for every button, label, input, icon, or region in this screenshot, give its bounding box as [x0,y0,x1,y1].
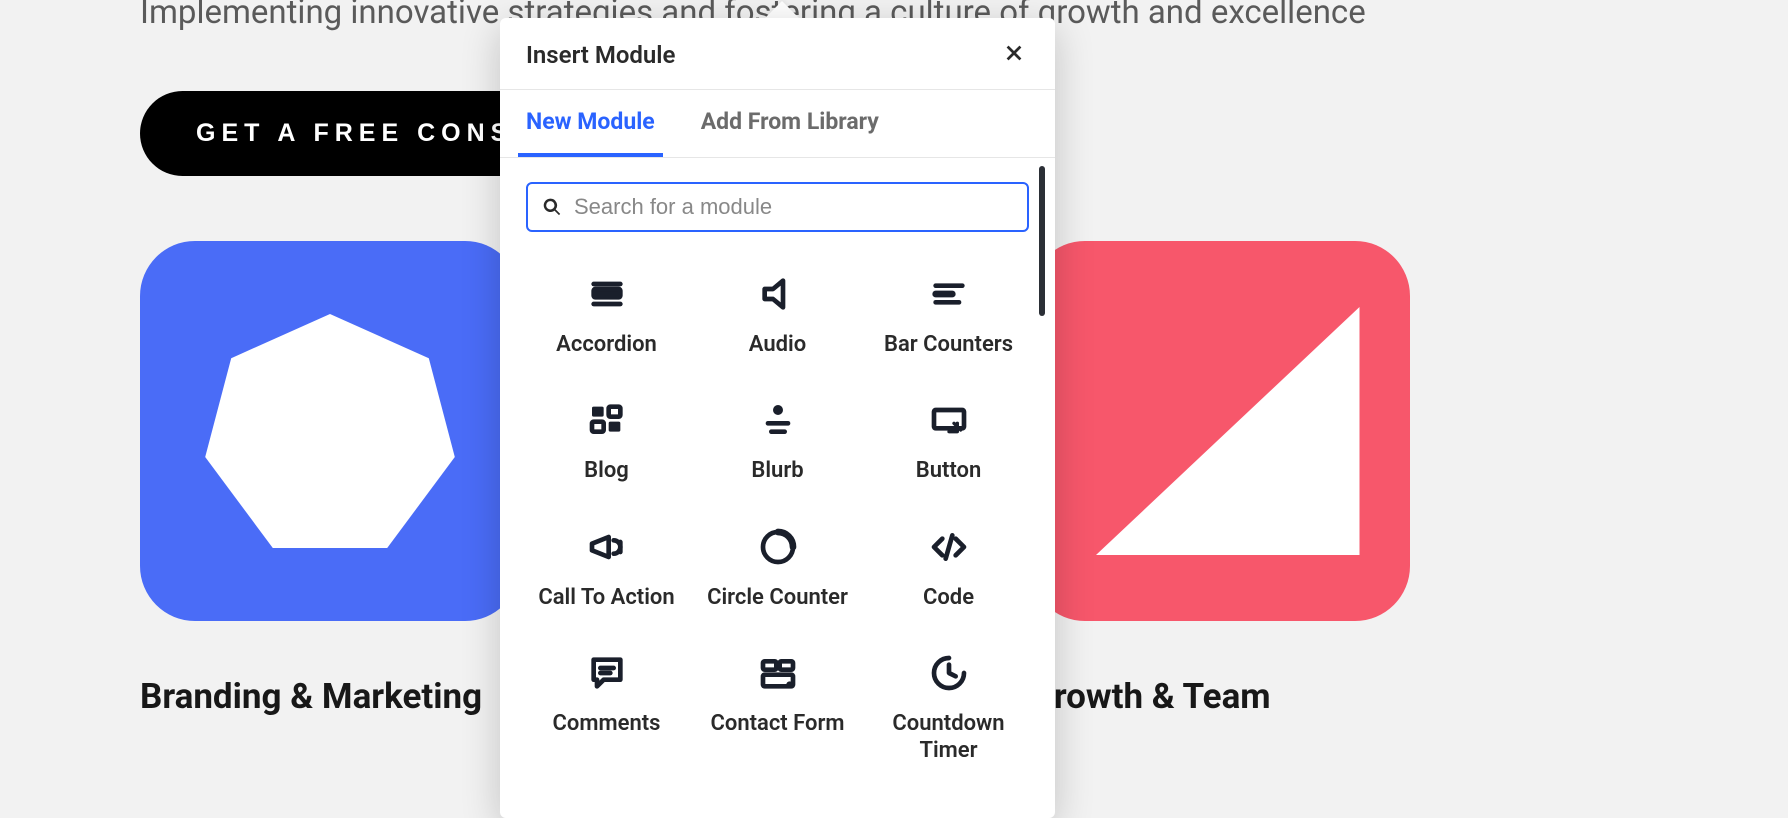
module-label: Call To Action [538,585,674,611]
card-tile-growth[interactable] [1030,241,1410,621]
scrollbar-thumb[interactable] [1039,166,1045,316]
megaphone-icon [585,525,629,569]
card-branding: Branding & Marketing [140,241,520,717]
insert-module-modal: Insert Module New Module Add From Librar… [500,18,1055,818]
module-label: Accordion [556,332,657,358]
triangle-icon [1060,276,1380,586]
module-accordion[interactable]: Accordion [526,272,687,358]
module-grid: Accordion Audio Bar Counters Blog [526,272,1029,764]
close-button[interactable] [999,38,1029,71]
search-wrap[interactable] [526,182,1029,232]
module-button[interactable]: Button [868,398,1029,484]
tab-add-from-library[interactable]: Add From Library [693,90,887,157]
module-label: Blurb [751,458,803,484]
card-tile-branding[interactable] [140,241,520,621]
accordion-icon [585,272,629,316]
bar-counters-icon [927,272,971,316]
card-growth: Growth & Team [1030,241,1410,717]
module-call-to-action[interactable]: Call To Action [526,525,687,611]
search-icon [542,197,562,217]
module-label: Circle Counter [707,585,848,611]
module-contact[interactable]: Contact Form [697,651,858,764]
module-circle-counter[interactable]: Circle Counter [697,525,858,611]
button-icon [927,398,971,442]
card-title-growth: Growth & Team [1030,676,1271,717]
contact-icon [756,651,800,695]
modal-body: Accordion Audio Bar Counters Blog [500,158,1055,818]
module-label: Audio [749,332,806,358]
module-label: Comments [553,711,661,737]
heptagon-icon [200,301,460,561]
module-blurb[interactable]: Blurb [697,398,858,484]
audio-icon [756,272,800,316]
module-bar-counters[interactable]: Bar Counters [868,272,1029,358]
modal-title: Insert Module [526,41,675,69]
module-label: Code [923,585,974,611]
card-title-branding: Branding & Marketing [140,676,482,717]
tab-new-module[interactable]: New Module [518,90,663,157]
close-icon [1003,42,1025,64]
module-label: Button [916,458,982,484]
blog-icon [585,398,629,442]
module-label: Blog [584,458,629,484]
search-input[interactable] [574,194,1013,220]
code-icon [927,525,971,569]
countdown-icon [927,651,971,695]
comments-icon [585,651,629,695]
module-comments[interactable]: Comments [526,651,687,764]
module-code[interactable]: Code [868,525,1029,611]
module-label: Bar Counters [884,332,1013,358]
module-countdown[interactable]: Countdown Timer [868,651,1029,764]
module-audio[interactable]: Audio [697,272,858,358]
module-label: Contact Form [710,711,844,737]
module-label: Countdown Timer [868,711,1029,764]
modal-tabs: New Module Add From Library [500,90,1055,158]
module-blog[interactable]: Blog [526,398,687,484]
circle-counter-icon [756,525,800,569]
modal-header: Insert Module [500,18,1055,90]
blurb-icon [756,398,800,442]
